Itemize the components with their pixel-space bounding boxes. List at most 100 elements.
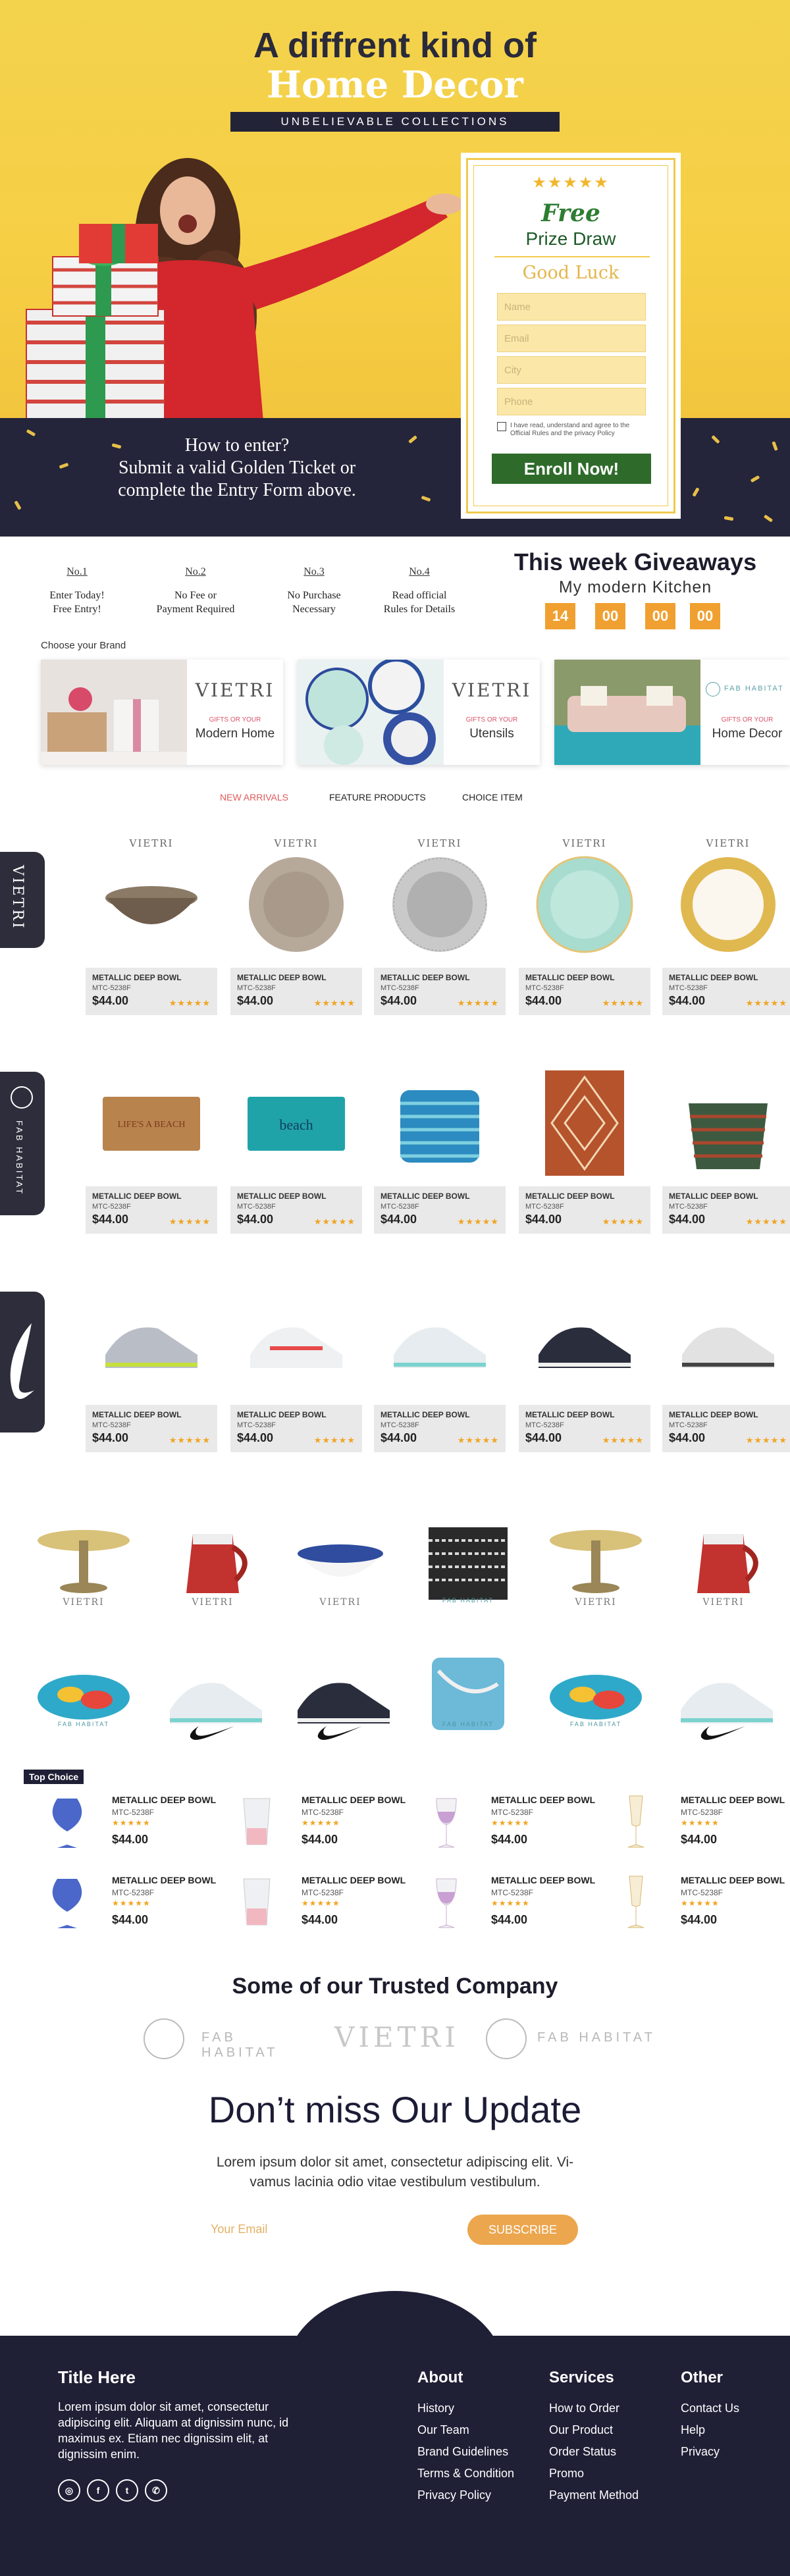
product-image[interactable]: [387, 1289, 492, 1394]
top-choice-image[interactable]: [610, 1792, 662, 1851]
product-image[interactable]: [675, 852, 781, 957]
footer-link-about[interactable]: History: [417, 2402, 454, 2415]
product-card[interactable]: METALLIC DEEP BOWL MTC-5238F $44.00 ★★★★★: [374, 1056, 506, 1246]
top-choice-image[interactable]: [230, 1872, 283, 1932]
product-card[interactable]: VIETRI METALLIC DEEP BOWL MTC-5238F $44.00 ★…: [519, 837, 650, 1027]
product-card[interactable]: beach METALLIC DEEP BOWL MTC-5238F $44.00 ★★…: [230, 1056, 362, 1246]
top-choice-item[interactable]: METALLIC DEEP BOWL MTC-5238F ★★★★★ $44.00: [412, 1792, 596, 1858]
side-tab-vietri[interactable]: VIETRI: [0, 852, 45, 948]
footer-link-about[interactable]: Terms & Condition: [417, 2467, 514, 2481]
product-card[interactable]: METALLIC DEEP BOWL MTC-5238F $44.00 ★★★★★: [230, 1275, 362, 1464]
footer-link-services[interactable]: Payment Method: [549, 2488, 639, 2502]
product-image[interactable]: [675, 1070, 781, 1176]
facebook-icon[interactable]: f: [87, 2479, 109, 2502]
gallery-brand-fab-habitat: FAB HABITAT: [569, 1721, 622, 1727]
gallery-item-image[interactable]: [419, 1644, 517, 1743]
top-choice-item[interactable]: METALLIC DEEP BOWL MTC-5238F ★★★★★ $44.00: [602, 1872, 786, 1938]
tab-feature-products[interactable]: FEATURE PRODUCTS: [329, 792, 426, 802]
product-card[interactable]: METALLIC DEEP BOWL MTC-5238F $44.00 ★★★★★: [374, 1275, 506, 1464]
product-image[interactable]: [387, 1070, 492, 1176]
agree-text: I have read, understand and agree to the…: [510, 422, 630, 437]
name-field[interactable]: Name: [497, 293, 646, 321]
product-card[interactable]: VIETRI METALLIC DEEP BOWL MTC-5238F $44.00 ★…: [662, 837, 790, 1027]
product-card[interactable]: VIETRI METALLIC DEEP BOWL MTC-5238F $44.00 ★…: [86, 837, 217, 1027]
product-name: METALLIC DEEP BOWL: [381, 1192, 470, 1201]
footer-link-about[interactable]: Privacy Policy: [417, 2488, 491, 2502]
footer-link-services[interactable]: Our Product: [549, 2423, 613, 2437]
how-to-enter-text: How to enter? Submit a valid Golden Tick…: [86, 434, 388, 502]
top-choice-stars: ★★★★★: [302, 1899, 340, 1908]
product-image[interactable]: beach: [244, 1070, 349, 1176]
footer-link-other[interactable]: Help: [681, 2423, 705, 2437]
product-rating-stars: ★★★★★: [457, 1435, 499, 1445]
instagram-icon[interactable]: ◎: [58, 2479, 80, 2502]
footer-link-services[interactable]: How to Order: [549, 2402, 619, 2415]
product-image[interactable]: [244, 852, 349, 957]
footer-link-services[interactable]: Order Status: [549, 2445, 616, 2459]
product-card[interactable]: VIETRI METALLIC DEEP BOWL MTC-5238F $44.00 ★…: [374, 837, 506, 1027]
side-tab-nike[interactable]: [0, 1292, 45, 1433]
product-info: METALLIC DEEP BOWL MTC-5238F $44.00 ★★★★★: [519, 1186, 650, 1234]
whatsapp-icon[interactable]: ✆: [145, 2479, 167, 2502]
product-image[interactable]: [99, 1289, 204, 1394]
subscribe-button[interactable]: SUBSCRIBE: [467, 2215, 578, 2245]
product-card[interactable]: METALLIC DEEP BOWL MTC-5238F $44.00 ★★★★★: [662, 1275, 790, 1464]
top-choice-image[interactable]: [610, 1872, 662, 1932]
top-choice-image[interactable]: [41, 1872, 93, 1932]
footer-link-about[interactable]: Brand Guidelines: [417, 2445, 508, 2459]
gallery-brand-vietri: VIETRI: [192, 1597, 234, 1608]
footer-link-other[interactable]: Contact Us: [681, 2402, 739, 2415]
top-choice-image[interactable]: [420, 1872, 473, 1932]
product-image[interactable]: LIFE'S A BEACH: [99, 1070, 204, 1176]
nike-swoosh-icon: [700, 1726, 745, 1740]
trusted-logo-vietri: VIETRI: [334, 2014, 460, 2061]
product-rating-stars: ★★★★★: [169, 1217, 211, 1226]
top-choice-name: METALLIC DEEP BOWL: [302, 1875, 406, 1885]
top-choice-item[interactable]: METALLIC DEEP BOWL MTC-5238F ★★★★★ $44.00: [33, 1872, 217, 1938]
footer-link-services[interactable]: Promo: [549, 2467, 584, 2481]
city-field[interactable]: City: [497, 356, 646, 384]
product-card[interactable]: VIETRI METALLIC DEEP BOWL MTC-5238F $44.00 ★…: [230, 837, 362, 1027]
footer-title: Title Here: [58, 2367, 136, 2387]
enroll-button[interactable]: Enroll Now!: [492, 454, 651, 484]
top-choice-item[interactable]: METALLIC DEEP BOWL MTC-5238F ★★★★★ $44.00: [33, 1792, 217, 1858]
phone-field[interactable]: Phone: [497, 388, 646, 415]
top-choice-image[interactable]: [41, 1792, 93, 1851]
top-choice-item[interactable]: METALLIC DEEP BOWL MTC-5238F ★★★★★ $44.00: [602, 1792, 786, 1858]
product-image[interactable]: [244, 1289, 349, 1394]
product-card[interactable]: LIFE'S A BEACH METALLIC DEEP BOWL MTC-5238…: [86, 1056, 217, 1246]
email-input[interactable]: Your Email: [198, 2213, 467, 2245]
side-tab-fab-habitat[interactable]: FAB HABITAT: [0, 1072, 45, 1215]
how-to-enter-heading: How to enter?: [184, 435, 290, 456]
email-field[interactable]: Email: [497, 325, 646, 352]
product-name: METALLIC DEEP BOWL: [669, 973, 758, 982]
top-choice-image[interactable]: [420, 1792, 473, 1851]
brand-card-modern-home[interactable]: VIETRI GIFTS OR YOUR Modern Home: [41, 660, 283, 765]
footer-link-about[interactable]: Our Team: [417, 2423, 469, 2437]
top-choice-item[interactable]: METALLIC DEEP BOWL MTC-5238F ★★★★★ $44.00: [412, 1872, 596, 1938]
agree-checkbox[interactable]: [497, 422, 506, 431]
top-choice-item[interactable]: METALLIC DEEP BOWL MTC-5238F ★★★★★ $44.00: [223, 1872, 407, 1938]
top-choice-image[interactable]: [230, 1792, 283, 1851]
twitter-icon[interactable]: t: [116, 2479, 138, 2502]
product-card[interactable]: METALLIC DEEP BOWL MTC-5238F $44.00 ★★★★★: [519, 1275, 650, 1464]
brand-card-utensils[interactable]: VIETRI GIFTS OR YOUR Utensils: [298, 660, 540, 765]
tab-new-arrivals[interactable]: NEW ARRIVALS: [220, 792, 288, 802]
product-image[interactable]: [532, 1289, 637, 1394]
product-image[interactable]: [532, 1070, 637, 1176]
product-card[interactable]: METALLIC DEEP BOWL MTC-5238F $44.00 ★★★★★: [86, 1275, 217, 1464]
product-image[interactable]: [675, 1289, 781, 1394]
step-text: Enter Today! Free Entry!: [21, 589, 133, 616]
gallery-item-image[interactable]: [546, 1644, 645, 1743]
tab-choice-item[interactable]: CHOICE ITEM: [462, 792, 523, 802]
gallery-item-image[interactable]: [34, 1644, 133, 1743]
footer-link-other[interactable]: Privacy: [681, 2445, 720, 2459]
fab-habitat-leaf-icon: [706, 682, 720, 697]
product-image[interactable]: [99, 852, 204, 957]
product-card[interactable]: METALLIC DEEP BOWL MTC-5238F $44.00 ★★★★★: [519, 1056, 650, 1246]
product-card[interactable]: METALLIC DEEP BOWL MTC-5238F $44.00 ★★★★★: [662, 1056, 790, 1246]
product-image[interactable]: [387, 852, 492, 957]
product-image[interactable]: [532, 852, 637, 957]
brand-card-home-decor[interactable]: FAB HABITAT GIFTS OR YOUR Home Decor: [554, 660, 790, 765]
top-choice-item[interactable]: METALLIC DEEP BOWL MTC-5238F ★★★★★ $44.00: [223, 1792, 407, 1858]
